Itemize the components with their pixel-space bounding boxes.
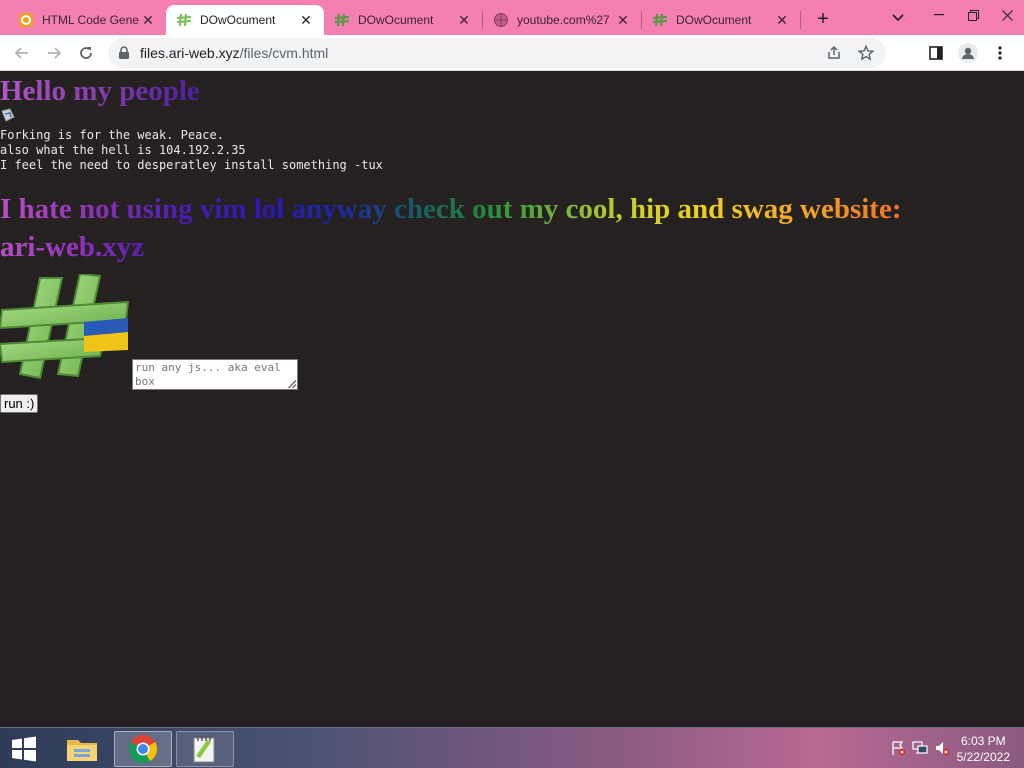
tab-dowocument-2[interactable]: DOwOcument ✕ [324,5,482,35]
toolbar-right [920,38,1016,68]
text-line: I feel the need to desperatley install s… [0,158,383,172]
text-line: also what the hell is 104.192.2.35 [0,143,246,157]
close-window-icon[interactable] [990,0,1024,30]
intro-text: Forking is for the weak. Peace. also what… [0,128,383,173]
lock-icon[interactable] [118,46,130,60]
windows-taskbar: 6:03 PM 5/22/2022 [0,727,1024,768]
text-line: Forking is for the weak. Peace. [0,128,224,142]
taskbar-clock[interactable]: 6:03 PM 5/22/2022 [957,733,1010,765]
clock-date: 5/22/2022 [956,750,1010,764]
side-panel-icon[interactable] [920,37,952,69]
system-tray [890,740,950,761]
tab-youtube[interactable]: youtube.com%27 ✕ [483,5,641,35]
share-icon[interactable] [826,45,842,64]
clock-time: 6:03 PM [960,734,1006,748]
hashtag-logo-icon [0,272,130,381]
url-path: /files/cvm.html [239,45,329,61]
globe-icon [493,12,509,28]
tab-dowocument-active[interactable]: DOwOcument ✕ [166,5,324,35]
network-icon[interactable] [912,740,928,761]
tab-title: youtube.com%27 [517,13,610,27]
minimize-icon[interactable] [922,0,956,30]
close-tab-icon[interactable]: ✕ [140,12,156,28]
rainbow-line: I hate not using vim lol anyway check ou… [0,193,902,225]
notepad-plus-plus-icon[interactable] [176,731,234,767]
tab-title: HTML Code Gene [42,13,139,27]
new-tab-button[interactable]: + [809,5,837,33]
hashtag-leaf-icon [652,12,668,28]
url-host: files.ari-web.xyz [140,45,240,61]
close-tab-icon[interactable]: ✕ [456,12,472,28]
code-generator-icon [18,12,34,28]
tab-strip: HTML Code Gene ✕ DOwOcument ✕ DOwOcument… [0,0,1024,35]
eval-textarea[interactable]: run any js... aka eval box [132,359,298,390]
menu-dots-icon[interactable] [984,37,1016,69]
tab-html-code-generator[interactable]: HTML Code Gene ✕ [8,5,166,35]
bookmark-star-icon[interactable] [857,44,875,64]
forward-arrow-icon[interactable] [38,37,70,69]
hashtag-leaf-icon [334,12,350,28]
close-tab-icon[interactable]: ✕ [774,12,790,28]
window-controls [922,0,1024,35]
tab-dowocument-3[interactable]: DOwOcument ✕ [642,5,800,35]
broken-image-icon [0,107,16,123]
tab-search-chevron-icon[interactable] [886,6,910,30]
website-link-text: ari-web.xyz [0,231,145,263]
reload-icon[interactable] [70,37,102,69]
windows-start-icon[interactable] [6,731,42,767]
run-button[interactable]: run :) [0,394,39,413]
restore-icon[interactable] [956,0,990,30]
address-bar[interactable]: files.ari-web.xyz/files/cvm.html [108,38,886,68]
browser-toolbar: files.ari-web.xyz/files/cvm.html [0,35,1024,71]
tab-title: DOwOcument [200,13,276,27]
hashtag-leaf-icon [176,12,192,28]
tab-title: DOwOcument [358,13,434,27]
close-tab-icon[interactable]: ✕ [615,12,631,28]
tab-separator [800,11,801,29]
volume-muted-icon[interactable] [934,740,950,761]
rainbow-heading: I hate not using vim lol anyway check ou… [0,190,1010,266]
page-heading: Hello my people [0,75,200,107]
tab-title: DOwOcument [676,13,752,27]
chrome-icon[interactable] [114,731,172,767]
close-tab-icon[interactable]: ✕ [298,12,314,28]
web-page: Hello my people Forking is for the weak.… [0,71,1024,727]
action-center-flag-icon[interactable] [890,740,906,761]
profile-avatar-icon[interactable] [952,37,984,69]
eval-placeholder: run any js... aka eval box [135,361,281,388]
back-arrow-icon[interactable] [6,37,38,69]
file-explorer-icon[interactable] [57,731,107,767]
